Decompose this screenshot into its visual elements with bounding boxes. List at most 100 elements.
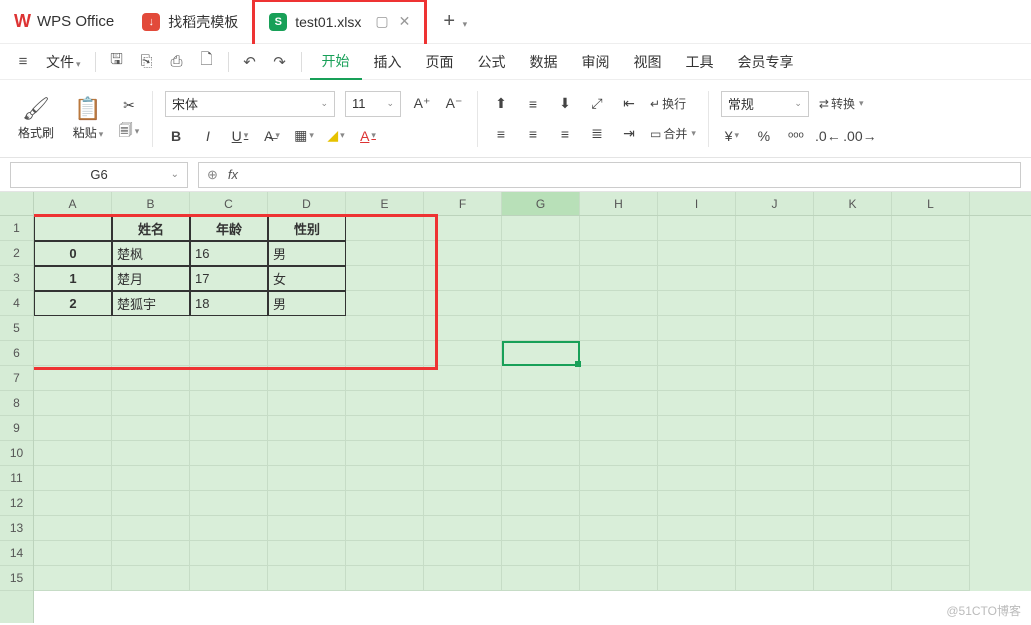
- align-middle-icon[interactable]: ≡: [522, 93, 544, 115]
- cell-L12[interactable]: [892, 491, 970, 516]
- cut-icon[interactable]: ✂: [118, 95, 140, 117]
- col-header-I[interactable]: I: [658, 192, 736, 215]
- cell-E14[interactable]: [346, 541, 424, 566]
- cell-L4[interactable]: [892, 291, 970, 316]
- cell-F9[interactable]: [424, 416, 502, 441]
- cell-J15[interactable]: [736, 566, 814, 591]
- cell-C5[interactable]: [190, 316, 268, 341]
- increase-font-icon[interactable]: A⁺: [411, 93, 433, 115]
- currency-button[interactable]: ¥▾: [721, 125, 743, 147]
- cell-I2[interactable]: [658, 241, 736, 266]
- cell-G10[interactable]: [502, 441, 580, 466]
- hamburger-icon[interactable]: ≡: [10, 49, 36, 75]
- cell-F12[interactable]: [424, 491, 502, 516]
- cell-I5[interactable]: [658, 316, 736, 341]
- cell-C9[interactable]: [190, 416, 268, 441]
- col-header-J[interactable]: J: [736, 192, 814, 215]
- cell-J10[interactable]: [736, 441, 814, 466]
- cell-H10[interactable]: [580, 441, 658, 466]
- cell-D14[interactable]: [268, 541, 346, 566]
- cell-D12[interactable]: [268, 491, 346, 516]
- cell-A14[interactable]: [34, 541, 112, 566]
- formula-input[interactable]: ⊕ fx: [198, 162, 1021, 188]
- cell-H12[interactable]: [580, 491, 658, 516]
- cells-area[interactable]: 姓名年龄性别0楚枫16男1楚月17女2楚狐宇18男: [34, 216, 1031, 591]
- underline-button[interactable]: U▾: [229, 125, 251, 147]
- cell-H6[interactable]: [580, 341, 658, 366]
- align-center-icon[interactable]: ≡: [522, 123, 544, 145]
- cell-K10[interactable]: [814, 441, 892, 466]
- justify-icon[interactable]: ≣: [586, 123, 608, 145]
- cell-G9[interactable]: [502, 416, 580, 441]
- number-format-select[interactable]: 常规⌄: [721, 91, 809, 117]
- fx-icon[interactable]: fx: [228, 167, 238, 182]
- tab-window-icon[interactable]: ▢: [375, 13, 388, 30]
- cell-L7[interactable]: [892, 366, 970, 391]
- cell-K15[interactable]: [814, 566, 892, 591]
- cell-G1[interactable]: [502, 216, 580, 241]
- decrease-decimal-icon[interactable]: .0←: [817, 125, 839, 147]
- cell-K14[interactable]: [814, 541, 892, 566]
- cell-F3[interactable]: [424, 266, 502, 291]
- cell-D3[interactable]: 女: [268, 266, 346, 291]
- row-header-7[interactable]: 7: [0, 366, 33, 391]
- preview-icon[interactable]: 🗋: [194, 49, 220, 75]
- cell-B7[interactable]: [112, 366, 190, 391]
- cell-D9[interactable]: [268, 416, 346, 441]
- cell-B8[interactable]: [112, 391, 190, 416]
- cell-I7[interactable]: [658, 366, 736, 391]
- merge-cells-button[interactable]: ▭合并▾: [650, 125, 696, 142]
- cell-C13[interactable]: [190, 516, 268, 541]
- align-right-icon[interactable]: ≡: [554, 123, 576, 145]
- row-header-1[interactable]: 1: [0, 216, 33, 241]
- cell-F7[interactable]: [424, 366, 502, 391]
- cell-E8[interactable]: [346, 391, 424, 416]
- cell-H4[interactable]: [580, 291, 658, 316]
- cell-H11[interactable]: [580, 466, 658, 491]
- cell-E9[interactable]: [346, 416, 424, 441]
- cell-L8[interactable]: [892, 391, 970, 416]
- cell-G15[interactable]: [502, 566, 580, 591]
- cell-K8[interactable]: [814, 391, 892, 416]
- export-icon[interactable]: ⎘: [134, 49, 160, 75]
- menu-会员专享[interactable]: 会员专享: [726, 44, 806, 80]
- cell-F4[interactable]: [424, 291, 502, 316]
- cell-F15[interactable]: [424, 566, 502, 591]
- italic-button[interactable]: I: [197, 125, 219, 147]
- row-header-4[interactable]: 4: [0, 291, 33, 316]
- cell-I13[interactable]: [658, 516, 736, 541]
- cell-J14[interactable]: [736, 541, 814, 566]
- cell-A10[interactable]: [34, 441, 112, 466]
- undo-icon[interactable]: ↶: [237, 49, 263, 75]
- cell-I8[interactable]: [658, 391, 736, 416]
- cell-G4[interactable]: [502, 291, 580, 316]
- cell-C1[interactable]: 年龄: [190, 216, 268, 241]
- cell-J3[interactable]: [736, 266, 814, 291]
- cell-L1[interactable]: [892, 216, 970, 241]
- cell-I14[interactable]: [658, 541, 736, 566]
- cell-H7[interactable]: [580, 366, 658, 391]
- row-header-6[interactable]: 6: [0, 341, 33, 366]
- cell-L5[interactable]: [892, 316, 970, 341]
- strike-button[interactable]: A̶▾: [261, 125, 283, 147]
- menu-视图[interactable]: 视图: [622, 44, 674, 80]
- cell-A13[interactable]: [34, 516, 112, 541]
- menu-页面[interactable]: 页面: [414, 44, 466, 80]
- cell-C14[interactable]: [190, 541, 268, 566]
- cell-J13[interactable]: [736, 516, 814, 541]
- cell-B12[interactable]: [112, 491, 190, 516]
- cell-F2[interactable]: [424, 241, 502, 266]
- cell-F8[interactable]: [424, 391, 502, 416]
- cell-D1[interactable]: 性别: [268, 216, 346, 241]
- tab-close-icon[interactable]: ✕: [399, 13, 411, 30]
- row-header-8[interactable]: 8: [0, 391, 33, 416]
- cell-A9[interactable]: [34, 416, 112, 441]
- convert-button[interactable]: ⇄转换▾: [819, 95, 864, 112]
- comma-button[interactable]: ᵒᵒᵒ: [785, 125, 807, 147]
- cell-C3[interactable]: 17: [190, 266, 268, 291]
- menu-插入[interactable]: 插入: [362, 44, 414, 80]
- menu-开始[interactable]: 开始: [310, 44, 362, 80]
- cell-K9[interactable]: [814, 416, 892, 441]
- col-header-A[interactable]: A: [34, 192, 112, 215]
- menu-数据[interactable]: 数据: [518, 44, 570, 80]
